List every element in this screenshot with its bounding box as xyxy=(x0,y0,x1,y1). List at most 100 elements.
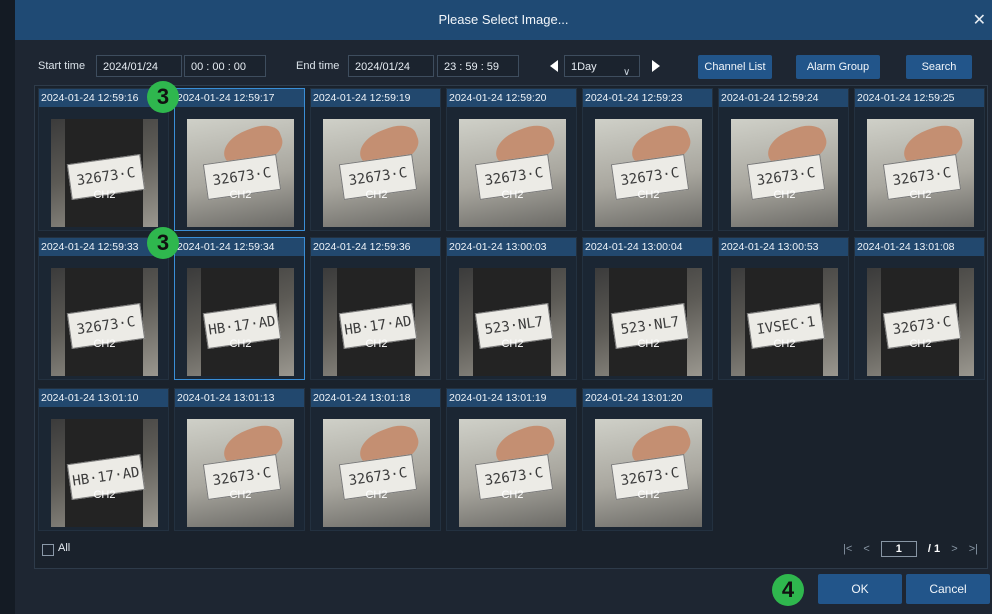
image-timestamp: 2024-01-24 13:01:20 xyxy=(583,389,712,407)
start-time-input[interactable]: 00 : 00 : 00 xyxy=(184,55,266,77)
ok-button[interactable]: OK xyxy=(818,574,902,604)
image-timestamp: 2024-01-24 12:59:23 xyxy=(583,89,712,107)
image-card[interactable]: 2024-01-24 12:59:19 32673·C CH2 xyxy=(310,88,441,231)
image-thumbnail: 32673·C CH2 xyxy=(867,119,974,227)
close-icon[interactable]: ✕ xyxy=(973,10,986,30)
image-thumbnail: 32673·C CH2 xyxy=(187,419,294,527)
image-card[interactable]: 2024-01-24 13:01:18 32673·C CH2 xyxy=(310,388,441,531)
image-card[interactable]: 2024-01-24 13:00:04 523·NL7 CH2 xyxy=(582,237,713,380)
image-thumbnail: 32673·C CH2 xyxy=(595,419,702,527)
search-button[interactable]: Search xyxy=(906,55,972,79)
channel-label: CH2 xyxy=(773,189,796,201)
start-time-label: Start time xyxy=(38,60,86,72)
image-timestamp: 2024-01-24 12:59:19 xyxy=(311,89,440,107)
next-page-icon[interactable]: > xyxy=(951,543,957,555)
channel-label: CH2 xyxy=(365,489,388,501)
image-card[interactable]: 2024-01-24 12:59:34 HB·17·AD CH2 xyxy=(174,237,305,380)
image-thumbnail: 32673·C CH2 xyxy=(51,119,158,227)
image-card[interactable]: 2024-01-24 13:01:20 32673·C CH2 xyxy=(582,388,713,531)
image-timestamp: 2024-01-24 13:01:10 xyxy=(39,389,168,407)
channel-label: CH2 xyxy=(501,489,524,501)
image-card[interactable]: 2024-01-24 12:59:33 32673·C CH2 xyxy=(38,237,169,380)
image-timestamp: 2024-01-24 13:01:08 xyxy=(855,238,984,256)
image-card[interactable]: 2024-01-24 13:00:53 IVSEC·1 CH2 xyxy=(718,237,849,380)
channel-label: CH2 xyxy=(365,338,388,350)
channel-label: CH2 xyxy=(93,189,116,201)
image-card[interactable]: 2024-01-24 12:59:23 32673·C CH2 xyxy=(582,88,713,231)
channel-label: CH2 xyxy=(229,338,252,350)
channel-label: CH2 xyxy=(637,489,660,501)
first-page-icon[interactable]: |< xyxy=(843,543,852,555)
image-timestamp: 2024-01-24 12:59:17 xyxy=(175,89,304,107)
image-timestamp: 2024-01-24 13:01:18 xyxy=(311,389,440,407)
channel-label: CH2 xyxy=(93,489,116,501)
range-value: 1Day xyxy=(571,61,597,73)
image-thumbnail: 32673·C CH2 xyxy=(731,119,838,227)
image-timestamp: 2024-01-24 12:59:36 xyxy=(311,238,440,256)
select-all-checkbox[interactable] xyxy=(42,544,54,556)
image-thumbnail: IVSEC·1 CH2 xyxy=(731,268,838,376)
image-card[interactable]: 2024-01-24 12:59:16 32673·C CH2 xyxy=(38,88,169,231)
end-time-input[interactable]: 23 : 59 : 59 xyxy=(437,55,519,77)
channel-label: CH2 xyxy=(229,489,252,501)
image-timestamp: 2024-01-24 13:01:13 xyxy=(175,389,304,407)
image-thumbnail: 32673·C CH2 xyxy=(459,419,566,527)
image-card[interactable]: 2024-01-24 12:59:17 32673·C CH2 xyxy=(174,88,305,231)
alarm-group-button[interactable]: Alarm Group xyxy=(796,55,880,79)
channel-label: CH2 xyxy=(909,338,932,350)
channel-label: CH2 xyxy=(909,189,932,201)
image-card[interactable]: 2024-01-24 13:00:03 523·NL7 CH2 xyxy=(446,237,577,380)
next-range-icon[interactable] xyxy=(652,60,660,72)
image-timestamp: 2024-01-24 12:59:24 xyxy=(719,89,848,107)
channel-label: CH2 xyxy=(637,189,660,201)
channel-label: CH2 xyxy=(773,338,796,350)
image-thumbnail: 523·NL7 CH2 xyxy=(595,268,702,376)
image-timestamp: 2024-01-24 12:59:25 xyxy=(855,89,984,107)
image-thumbnail: 32673·C CH2 xyxy=(187,119,294,227)
title-bar: Please Select Image... ✕ xyxy=(15,0,992,40)
page-total: / 1 xyxy=(927,543,941,555)
dialog-title: Please Select Image... xyxy=(438,12,569,27)
search-toolbar: Start time 2024/01/24 00 : 00 : 00 End t… xyxy=(34,52,984,80)
image-thumbnail: HB·17·AD CH2 xyxy=(323,268,430,376)
image-card[interactable]: 2024-01-24 12:59:36 HB·17·AD CH2 xyxy=(310,237,441,380)
channel-label: CH2 xyxy=(93,338,116,350)
image-card[interactable]: 2024-01-24 12:59:25 32673·C CH2 xyxy=(854,88,985,231)
image-timestamp: 2024-01-24 12:59:34 xyxy=(175,238,304,256)
step-badge-4: 4 xyxy=(772,574,804,606)
left-strip xyxy=(0,0,15,614)
image-thumbnail: 523·NL7 CH2 xyxy=(459,268,566,376)
image-card[interactable]: 2024-01-24 12:59:24 32673·C CH2 xyxy=(718,88,849,231)
last-page-icon[interactable]: >| xyxy=(969,543,978,555)
channel-label: CH2 xyxy=(501,189,524,201)
image-thumbnail: 32673·C CH2 xyxy=(323,419,430,527)
chevron-down-icon: ∨ xyxy=(623,67,631,78)
channel-label: CH2 xyxy=(637,338,660,350)
range-select[interactable]: 1Day ∨ xyxy=(564,55,640,78)
end-time-label: End time xyxy=(296,60,340,72)
image-card[interactable]: 2024-01-24 13:01:10 HB·17·AD CH2 xyxy=(38,388,169,531)
page-input[interactable]: 1 xyxy=(880,541,917,557)
prev-page-icon[interactable]: < xyxy=(863,543,869,555)
image-card[interactable]: 2024-01-24 12:59:20 32673·C CH2 xyxy=(446,88,577,231)
grid-footer: All |< < 1 / 1 > >| xyxy=(34,538,986,560)
select-image-dialog: Please Select Image... ✕ Start time 2024… xyxy=(0,0,992,614)
prev-range-icon[interactable] xyxy=(550,60,558,72)
image-thumbnail: HB·17·AD CH2 xyxy=(187,268,294,376)
image-card[interactable]: 2024-01-24 13:01:08 32673·C CH2 xyxy=(854,237,985,380)
cancel-button[interactable]: Cancel xyxy=(906,574,990,604)
end-date-input[interactable]: 2024/01/24 xyxy=(348,55,434,77)
step-badge-3b: 3 xyxy=(147,227,179,259)
image-timestamp: 2024-01-24 13:00:53 xyxy=(719,238,848,256)
start-date-input[interactable]: 2024/01/24 xyxy=(96,55,182,77)
channel-label: CH2 xyxy=(501,338,524,350)
image-thumbnail: HB·17·AD CH2 xyxy=(51,419,158,527)
step-badge-3a: 3 xyxy=(147,81,179,113)
channel-label: CH2 xyxy=(229,189,252,201)
channel-list-button[interactable]: Channel List xyxy=(698,55,772,79)
image-card[interactable]: 2024-01-24 13:01:19 32673·C CH2 xyxy=(446,388,577,531)
select-all-label: All xyxy=(58,542,71,554)
image-card[interactable]: 2024-01-24 13:01:13 32673·C CH2 xyxy=(174,388,305,531)
image-thumbnail: 32673·C CH2 xyxy=(867,268,974,376)
image-thumbnail: 32673·C CH2 xyxy=(51,268,158,376)
